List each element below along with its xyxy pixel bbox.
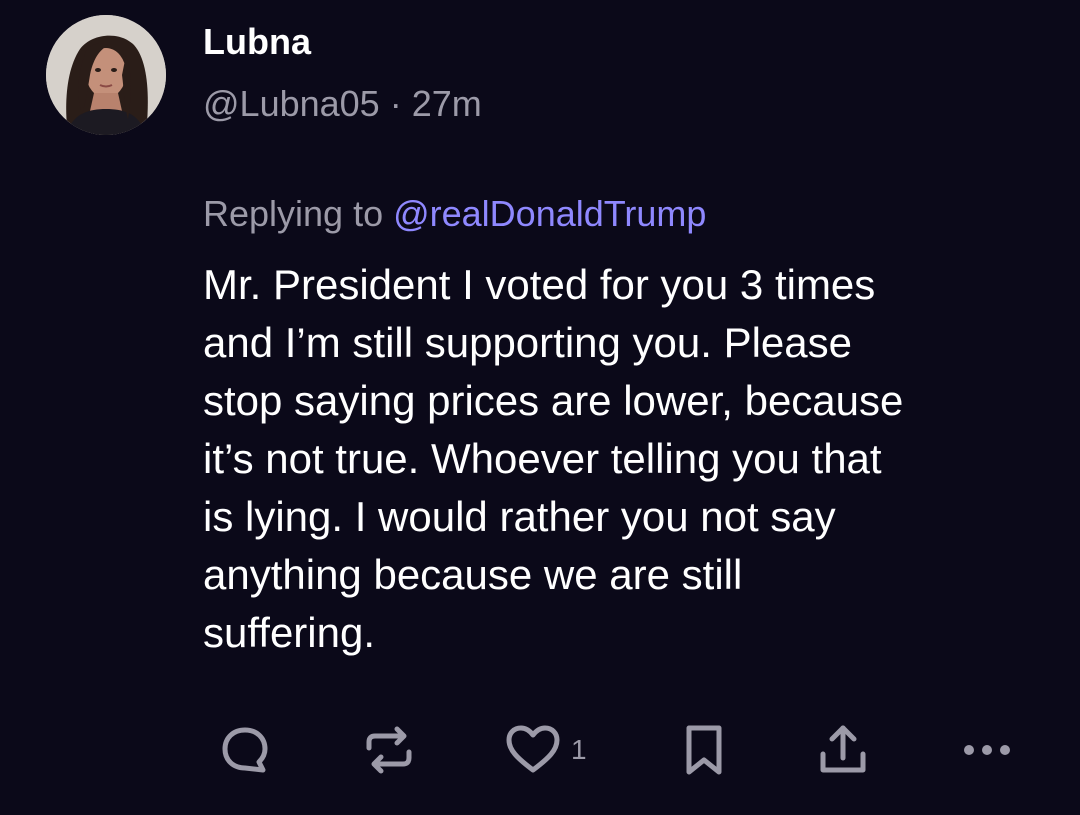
post: Lubna @Lubna05 · 27m Replying to @realDo… <box>0 0 1080 815</box>
heart-icon <box>503 722 563 778</box>
more-button[interactable] <box>959 720 1019 780</box>
post-time[interactable]: 27m <box>412 83 482 124</box>
reply-handle-link[interactable]: @realDonaldTrump <box>393 193 706 234</box>
comment-button[interactable] <box>217 720 273 780</box>
comment-icon <box>217 722 273 778</box>
reply-prefix: Replying to <box>203 193 394 234</box>
author-meta: @Lubna05 · 27m <box>203 82 482 126</box>
author-handle[interactable]: @Lubna05 <box>203 83 380 124</box>
bookmark-icon <box>679 722 729 778</box>
share-icon <box>815 720 871 780</box>
avatar[interactable] <box>46 15 166 135</box>
reply-context: Replying to @realDonaldTrump <box>203 192 706 236</box>
more-icon <box>959 722 1019 778</box>
like-count: 1 <box>571 734 587 765</box>
repost-icon <box>361 722 417 778</box>
repost-button[interactable] <box>361 720 417 780</box>
meta-separator: · <box>379 83 412 124</box>
action-bar: 1 <box>203 720 1023 780</box>
share-button[interactable] <box>815 720 871 780</box>
bookmark-button[interactable] <box>679 720 729 780</box>
display-name[interactable]: Lubna <box>203 20 311 64</box>
like-button[interactable]: 1 <box>503 720 587 780</box>
post-text: Mr. President I voted for you 3 times an… <box>203 261 904 656</box>
